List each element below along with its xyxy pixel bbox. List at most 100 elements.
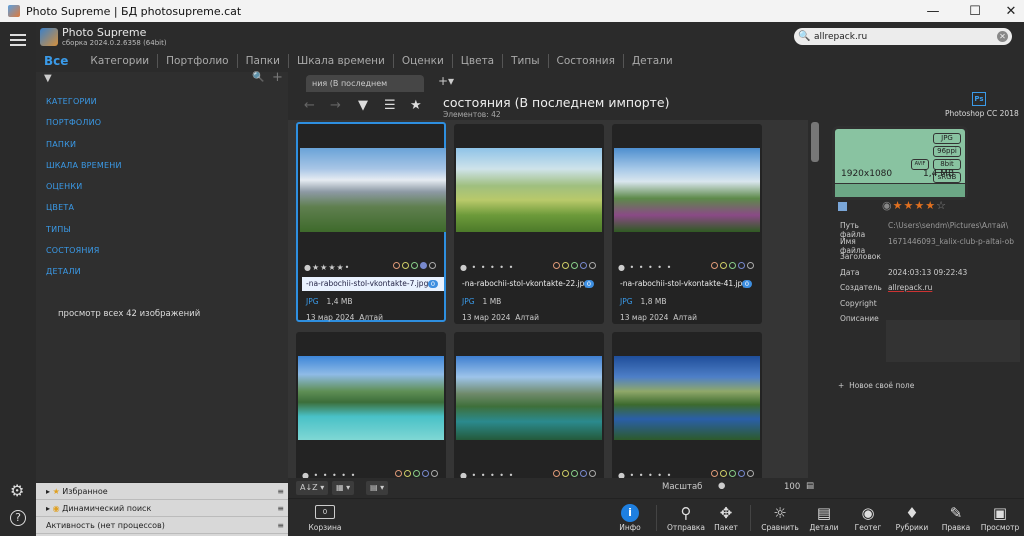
sort-button[interactable]: A↓Z ▾ <box>296 481 329 495</box>
view-mode-button[interactable]: ▤ ▾ <box>366 481 389 495</box>
color-labels[interactable] <box>395 470 438 477</box>
file-place: Алтай <box>673 313 697 322</box>
rubrics-button[interactable]: ♦ Рубрики <box>890 503 934 532</box>
category-item[interactable]: КАТЕГОРИИ <box>46 96 122 117</box>
thumbnail-card[interactable]: ●★★★★• -na-rabochii-stol-vkontakte-7.jpg… <box>296 122 446 322</box>
property-value[interactable]: 2024:03:13 09:22:43 <box>888 268 1014 277</box>
add-icon[interactable]: + <box>272 70 283 85</box>
tab-folders[interactable]: Папки <box>236 54 288 68</box>
description-field[interactable] <box>886 320 1020 362</box>
grid-scrollbar[interactable] <box>808 120 822 478</box>
collection-tab[interactable]: ния (В последнем импорте) ✕ <box>306 75 424 105</box>
color-labels[interactable] <box>553 470 596 477</box>
book-icon[interactable]: ▤ <box>806 481 814 491</box>
star-rating[interactable]: ◉★★★★☆ <box>882 200 947 212</box>
thumbnail-card[interactable]: ● • • • • • <box>296 332 446 478</box>
file-size: 1,4 MB <box>923 169 955 179</box>
share-button[interactable]: ⚲ Отправка <box>664 503 708 532</box>
tab-colors[interactable]: Цвета <box>451 54 502 68</box>
divider <box>750 505 751 531</box>
rating[interactable]: ● • • • • • <box>618 263 672 272</box>
file-size: 1,4 MB <box>326 297 353 306</box>
activity-panel[interactable]: Активность (нет процессов) ≡ <box>36 517 288 534</box>
menu-icon[interactable]: ≡ <box>277 517 284 534</box>
view-button[interactable]: ▣ Просмотр <box>978 503 1022 532</box>
category-item[interactable]: ДЕТАЛИ <box>46 266 122 287</box>
geotag-button[interactable]: ◉ Геотег <box>846 503 890 532</box>
tab-all[interactable]: Все <box>36 54 76 68</box>
file-name[interactable]: -na-rabochii-stol-vkontakte-41.jpg 0 <box>616 277 758 291</box>
category-item[interactable]: ПОРТФОЛИО <box>46 117 122 138</box>
forward-icon[interactable]: → <box>330 98 341 113</box>
category-item[interactable]: СОСТОЯНИЯ <box>46 245 122 266</box>
file-type: JPG <box>462 297 475 306</box>
minimize-button[interactable]: — <box>910 0 956 22</box>
search-input[interactable]: 🔍 allrepack.ru ✕ <box>794 28 1012 45</box>
rating[interactable]: ● • • • • • <box>302 471 356 478</box>
tab-ratings[interactable]: Оценки <box>392 54 452 68</box>
basket-button[interactable]: 0 Корзина <box>302 503 348 532</box>
thumbnail-card[interactable]: ● • • • • • <box>454 332 604 478</box>
filter-icon[interactable]: ▼ <box>358 98 368 113</box>
rating[interactable]: ● • • • • • <box>460 263 514 272</box>
search-icon[interactable]: 🔍 <box>252 72 264 83</box>
favorites-panel[interactable]: ▸ ★ Избранное ≡ <box>36 483 288 500</box>
tab-categories[interactable]: Категории <box>76 54 157 68</box>
thumbnail-card[interactable]: ● • • • • • -na-rabochii-stol-vkontakte-… <box>612 124 762 324</box>
rating[interactable]: ●★★★★• <box>304 263 350 272</box>
tab-timeline[interactable]: Шкала времени <box>287 54 393 68</box>
details-button[interactable]: ▤ Детали <box>802 503 846 532</box>
help-icon[interactable]: ? <box>10 510 26 526</box>
tab-details[interactable]: Детали <box>622 54 681 68</box>
rating[interactable]: ● • • • • • <box>460 471 514 478</box>
color-label-square[interactable] <box>838 202 847 211</box>
add-custom-field-button[interactable]: + Новое своё поле <box>838 381 914 390</box>
file-name[interactable]: -na-rabochii-stol-vkontakte-22.jpg 0 <box>458 277 600 291</box>
add-tab-button[interactable]: +▾ <box>438 74 454 88</box>
category-item[interactable]: ЦВЕТА <box>46 202 122 223</box>
tab-types[interactable]: Типы <box>502 54 547 68</box>
clear-search-icon[interactable]: ✕ <box>997 31 1008 42</box>
color-labels[interactable] <box>711 470 754 477</box>
category-item[interactable]: ОЦЕНКИ <box>46 181 122 202</box>
dynamic-search-panel[interactable]: ▸ ◉ Динамический поиск ≡ <box>36 500 288 517</box>
color-labels[interactable] <box>711 262 754 269</box>
left-panel: ▼ 🔍 + КАТЕГОРИИ ПОРТФОЛИО ПАПКИ ШКАЛА ВР… <box>36 70 288 482</box>
scrollbar-thumb[interactable] <box>811 122 819 162</box>
menu-icon[interactable] <box>10 34 26 46</box>
back-icon[interactable]: ← <box>304 98 315 113</box>
thumbnail-card[interactable]: ● • • • • • -na-rabochii-stol-vkontakte-… <box>454 124 604 324</box>
tab-portfolio[interactable]: Портфолио <box>157 54 236 68</box>
info-button[interactable]: i Инфо <box>608 503 652 532</box>
favorites-label: Избранное <box>62 487 108 496</box>
stack-icon[interactable]: ☰ <box>384 98 396 113</box>
category-item[interactable]: ШКАЛА ВРЕМЕНИ <box>46 160 122 181</box>
color-labels[interactable] <box>553 262 596 269</box>
close-button[interactable]: ✕ <box>988 0 1024 22</box>
photoshop-icon[interactable]: Ps <box>972 92 986 106</box>
layout-button[interactable]: ▦ ▾ <box>332 481 355 495</box>
property-value[interactable]: allrepack.ru <box>888 283 1014 292</box>
color-labels[interactable] <box>393 262 436 269</box>
filter-icon[interactable]: ▼ <box>44 73 52 84</box>
thumbnail-card[interactable]: ● • • • • • <box>612 332 762 478</box>
star-icon[interactable]: ★ <box>410 98 422 113</box>
gear-icon[interactable]: ⚙ <box>10 482 27 499</box>
menu-icon[interactable]: ≡ <box>277 483 284 500</box>
property-value[interactable]: C:\Users\sendm\Pictures\Алтай\ <box>888 221 1014 230</box>
menu-icon[interactable]: ≡ <box>277 500 284 517</box>
view-all-link[interactable]: просмотр всех 42 изображений <box>58 309 200 319</box>
edit-button[interactable]: ✎ Правка <box>934 503 978 532</box>
thumbnail-image <box>614 148 760 232</box>
rating[interactable]: ● • • • • • <box>618 471 672 478</box>
scale-slider-icon[interactable]: ● <box>718 481 725 491</box>
category-item[interactable]: ПАПКИ <box>46 139 122 160</box>
file-name[interactable]: -na-rabochii-stol-vkontakte-7.jpg 0 <box>302 277 444 291</box>
batch-button[interactable]: ✥ Пакет <box>704 503 748 532</box>
category-item[interactable]: ТИПЫ <box>46 224 122 245</box>
property-value[interactable]: 1671446093_kalix-club-p-altai-obo <box>888 237 1014 246</box>
app-window: Photo Supreme | БД photosupreme.cat — ☐ … <box>0 0 1024 536</box>
compare-button[interactable]: ☼ Сравнить <box>758 503 802 532</box>
tab-states[interactable]: Состояния <box>547 54 623 68</box>
rating-row[interactable]: ◉★★★★☆ <box>832 200 972 212</box>
